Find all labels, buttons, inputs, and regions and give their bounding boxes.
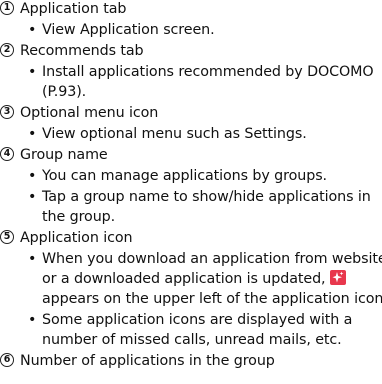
bullet-text-continued: or a downloaded application is updated, — [42, 270, 346, 289]
bullet-text-continued: (P.93). — [42, 84, 87, 100]
bullet-text: When you download an application from we… — [42, 251, 382, 267]
item-number-6: 6 — [0, 353, 14, 367]
bullet-glyph: • — [28, 126, 37, 142]
bullet-text: You can manage applications by groups. — [42, 168, 327, 184]
item-number-4: 4 — [0, 147, 14, 161]
item-title-2: Recommends tab — [20, 43, 144, 59]
bullet-text-continued-part: or a downloaded application is updated, — [42, 271, 326, 287]
item-number-2: 2 — [0, 43, 14, 57]
bullet-text: Install applications recommended by DOCO… — [42, 64, 374, 80]
bullet-glyph: • — [28, 22, 37, 38]
bullet-text: View Application screen. — [42, 22, 215, 38]
item-title-1: Application tab — [20, 1, 127, 17]
bullet-text: View optional menu such as Settings. — [42, 126, 307, 142]
bullet-text: Some application icons are displayed wit… — [42, 312, 353, 328]
item-title-4: Group name — [20, 147, 108, 163]
bullet-text-continued: appears on the upper left of the applica… — [42, 291, 382, 307]
item-number-1: 1 — [0, 1, 14, 15]
item-title-5: Application icon — [20, 230, 133, 246]
bullet-text-continued: number of missed calls, unread mails, et… — [42, 332, 342, 348]
bullet-glyph: • — [28, 251, 37, 267]
bullet-glyph: • — [28, 189, 37, 205]
document: 1 Application tab • View Application scr… — [0, 0, 382, 384]
item-number-5: 5 — [0, 230, 14, 244]
item-number-3: 3 — [0, 105, 14, 119]
item-title-6: Number of applications in the group — [20, 353, 275, 369]
bullet-glyph: • — [28, 64, 37, 80]
item-title-3: Optional menu icon — [20, 105, 159, 121]
bullet-glyph: • — [28, 312, 37, 328]
bullet-text-continued: the group. — [42, 209, 116, 225]
sparkle-new-icon — [329, 270, 346, 285]
bullet-text: Tap a group name to show/hide applicatio… — [42, 189, 371, 205]
bullet-glyph: • — [28, 168, 37, 184]
